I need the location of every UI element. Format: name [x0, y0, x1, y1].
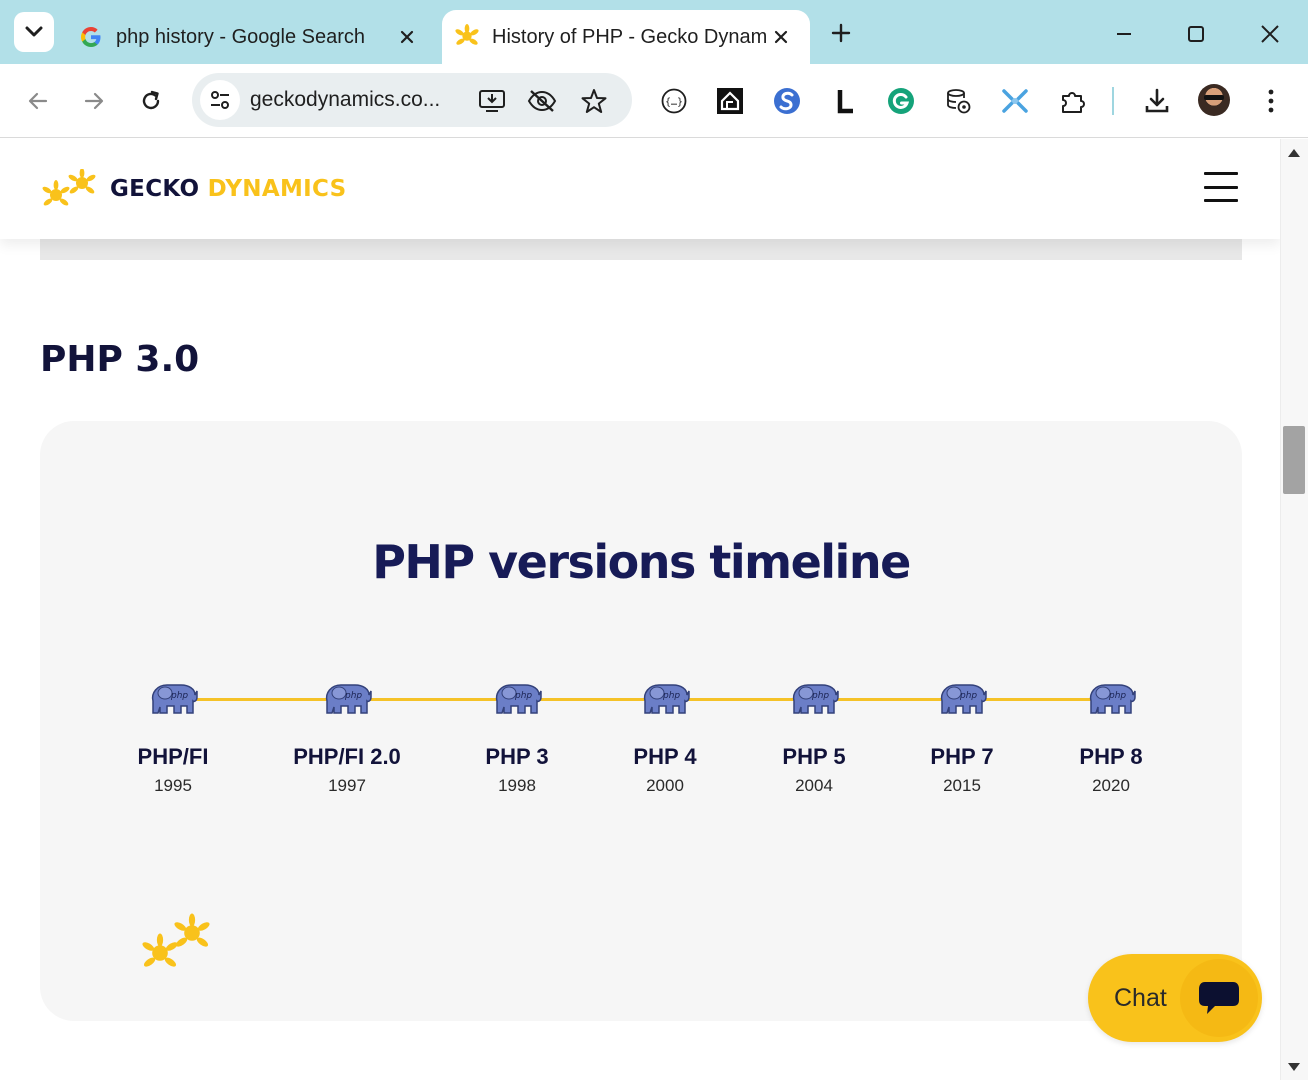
- chat-widget-button[interactable]: Chat: [1088, 954, 1262, 1042]
- version-name: PHP 7: [930, 744, 994, 769]
- version-name: PHP 8: [1079, 744, 1143, 769]
- scrollbar-thumb[interactable]: [1283, 426, 1305, 494]
- hamburger-menu-icon[interactable]: [1204, 172, 1238, 202]
- l-extension-icon[interactable]: [829, 85, 861, 117]
- timeline-item: PHP 4 2000: [580, 679, 750, 796]
- forward-button[interactable]: [74, 81, 114, 121]
- install-app-icon[interactable]: [476, 85, 508, 117]
- chat-bubble-icon: [1180, 959, 1258, 1037]
- timeline-item: PHP/FI 2.0 1997: [262, 679, 432, 796]
- version-name: PHP/FI 2.0: [293, 744, 401, 769]
- logo-word-gecko: GECKO: [110, 176, 200, 202]
- version-name: PHP 5: [782, 744, 846, 769]
- logo-text: GECKO DYNAMICS: [110, 176, 346, 202]
- section-heading: PHP 3.0: [40, 339, 200, 380]
- minimize-icon: [1117, 33, 1131, 35]
- tab-google-search[interactable]: php history - Google Search: [66, 10, 436, 64]
- chevron-down-icon: [25, 26, 43, 37]
- chat-label: Chat: [1114, 984, 1167, 1012]
- php-elephant-icon: [940, 684, 987, 714]
- back-button[interactable]: [18, 81, 58, 121]
- gecko-footprints-icon: [42, 169, 96, 206]
- php-elephant-icon: [151, 684, 198, 714]
- timeline-item: PHP/FI 1995: [88, 679, 258, 796]
- timeline-item: PHP 5 2004: [729, 679, 899, 796]
- version-name: PHP 4: [633, 744, 697, 769]
- x-extension-icon[interactable]: [999, 85, 1031, 117]
- maximize-icon: [1188, 26, 1204, 42]
- new-tab-button[interactable]: [824, 16, 858, 50]
- php-elephant-icon: [1089, 684, 1136, 714]
- version-name: PHP 3: [485, 744, 549, 769]
- plus-icon: [831, 23, 851, 43]
- maximize-button[interactable]: [1176, 14, 1216, 54]
- json-extension-icon[interactable]: {…}: [658, 85, 690, 117]
- close-window-button[interactable]: [1250, 14, 1290, 54]
- google-g-icon: [78, 24, 104, 50]
- version-year: 1995: [154, 776, 192, 795]
- close-icon[interactable]: [766, 22, 796, 52]
- puzzle-extensions-icon[interactable]: [1057, 85, 1089, 117]
- profile-avatar[interactable]: [1198, 84, 1230, 116]
- php-elephant-icon: [495, 684, 542, 714]
- version-name: PHP/FI: [137, 744, 209, 769]
- database-extension-icon[interactable]: [942, 85, 974, 117]
- url-text[interactable]: geckodynamics.co...: [250, 88, 440, 112]
- content-divider-band: [40, 239, 1242, 260]
- version-year: 1997: [328, 776, 366, 795]
- tab-strip: php history - Google Search History of P…: [0, 0, 1308, 64]
- page-viewport: GECKO DYNAMICS PHP 3.0 PHP versions time…: [0, 139, 1280, 1080]
- version-year: 2004: [795, 776, 833, 795]
- download-icon[interactable]: [1141, 85, 1173, 117]
- reload-icon: [142, 90, 160, 110]
- tab-search-button[interactable]: [14, 12, 54, 52]
- toolbar-divider: [1112, 87, 1114, 115]
- reload-button[interactable]: [131, 81, 171, 121]
- scroll-up-arrow-icon[interactable]: [1288, 149, 1300, 157]
- svg-text:{…}: {…}: [665, 97, 683, 108]
- gecko-footprints-icon: [142, 913, 210, 967]
- site-header: GECKO DYNAMICS: [0, 139, 1280, 239]
- version-year: 2020: [1092, 776, 1130, 795]
- tune-icon: [211, 91, 229, 109]
- logo-word-dynamics: DYNAMICS: [207, 176, 347, 202]
- page-scrollbar[interactable]: [1280, 139, 1308, 1080]
- php-elephant-icon: [643, 684, 690, 714]
- tab-gecko-dynamics[interactable]: History of PHP - Gecko Dynamic: [442, 10, 810, 64]
- php-elephant-icon: [792, 684, 839, 714]
- browser-toolbar: geckodynamics.co... {…}: [0, 64, 1308, 138]
- eye-off-icon[interactable]: [526, 85, 558, 117]
- gecko-icon: [454, 24, 480, 50]
- version-year: 2000: [646, 776, 684, 795]
- site-logo[interactable]: GECKO DYNAMICS: [38, 169, 346, 209]
- arrow-left-icon: [28, 92, 48, 110]
- arrow-right-icon: [84, 92, 104, 110]
- kebab-menu-icon[interactable]: [1255, 85, 1287, 117]
- tab-title: History of PHP - Gecko Dynamic: [492, 25, 766, 48]
- timeline-item: PHP 8 2020: [1026, 679, 1196, 796]
- version-year: 2015: [943, 776, 981, 795]
- timeline-title: PHP versions timeline: [372, 535, 911, 589]
- site-info-button[interactable]: [200, 80, 240, 120]
- star-icon[interactable]: [578, 85, 610, 117]
- tab-title: php history - Google Search: [116, 25, 366, 48]
- s-extension-icon[interactable]: [771, 85, 803, 117]
- scroll-down-arrow-icon[interactable]: [1288, 1063, 1300, 1071]
- close-icon: [1261, 25, 1279, 43]
- version-year: 1998: [498, 776, 536, 795]
- grammarly-icon[interactable]: [885, 85, 917, 117]
- close-icon[interactable]: [392, 22, 422, 52]
- house-extension-icon[interactable]: [714, 85, 746, 117]
- address-bar[interactable]: geckodynamics.co...: [192, 73, 632, 127]
- php-elephant-icon: [325, 684, 372, 714]
- timeline-card: PHP versions timeline PHP/FI 1995 PHP/FI…: [40, 421, 1242, 1021]
- timeline-item: PHP 3 1998: [432, 679, 602, 796]
- minimize-button[interactable]: [1104, 14, 1144, 54]
- timeline-item: PHP 7 2015: [877, 679, 1047, 796]
